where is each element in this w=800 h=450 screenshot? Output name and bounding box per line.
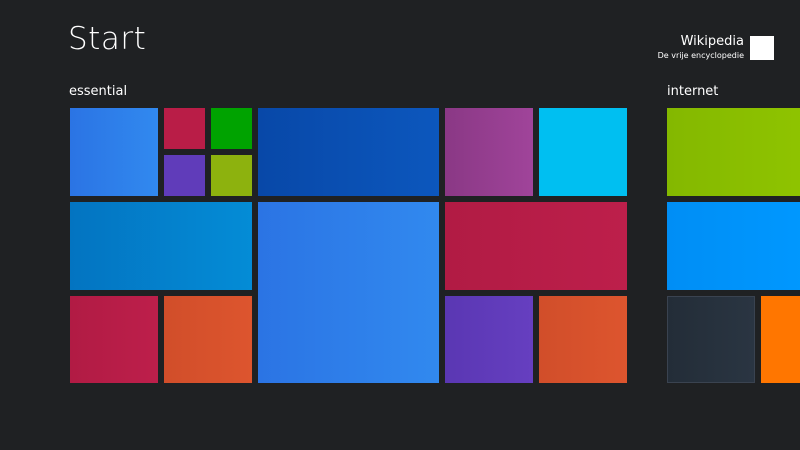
user-account[interactable]: Wikipedia De vrije encyclopedie	[658, 34, 774, 61]
tile-azure-wide[interactable]	[667, 202, 800, 290]
tile-lime-small[interactable]	[211, 155, 252, 196]
tile-green-wide[interactable]	[667, 108, 800, 196]
user-text: Wikipedia De vrije encyclopedie	[658, 34, 744, 61]
tile-amber-medium[interactable]	[761, 296, 800, 383]
tile-crimson-medium[interactable]	[70, 296, 158, 383]
tile-sky-wide[interactable]	[70, 202, 252, 290]
user-name: Wikipedia	[680, 34, 744, 49]
start-screen: Start Wikipedia De vrije encyclopedie es…	[0, 0, 800, 450]
tile-green-small[interactable]	[211, 108, 252, 149]
tile-purple-medium[interactable]	[445, 296, 533, 383]
tile-magenta-medium[interactable]	[445, 108, 533, 196]
tile-orange-medium-2[interactable]	[539, 296, 627, 383]
tile-blue-large[interactable]	[258, 202, 439, 383]
tile-crimson-wide[interactable]	[445, 202, 627, 290]
group-label-essential: essential	[69, 84, 128, 99]
tile-slate-medium[interactable]	[667, 296, 755, 383]
tile-purple-small[interactable]	[164, 155, 205, 196]
user-subtitle: De vrije encyclopedie	[657, 51, 744, 60]
group-label-internet: internet	[667, 84, 719, 99]
tile-darkblue-wide[interactable]	[258, 108, 439, 196]
tile-orange-medium[interactable]	[164, 296, 252, 383]
tile-crimson-small[interactable]	[164, 108, 205, 149]
tile-blue-medium[interactable]	[70, 108, 158, 196]
page-title: Start	[68, 21, 147, 57]
tile-cyan-medium[interactable]	[539, 108, 627, 196]
avatar[interactable]	[750, 35, 774, 60]
